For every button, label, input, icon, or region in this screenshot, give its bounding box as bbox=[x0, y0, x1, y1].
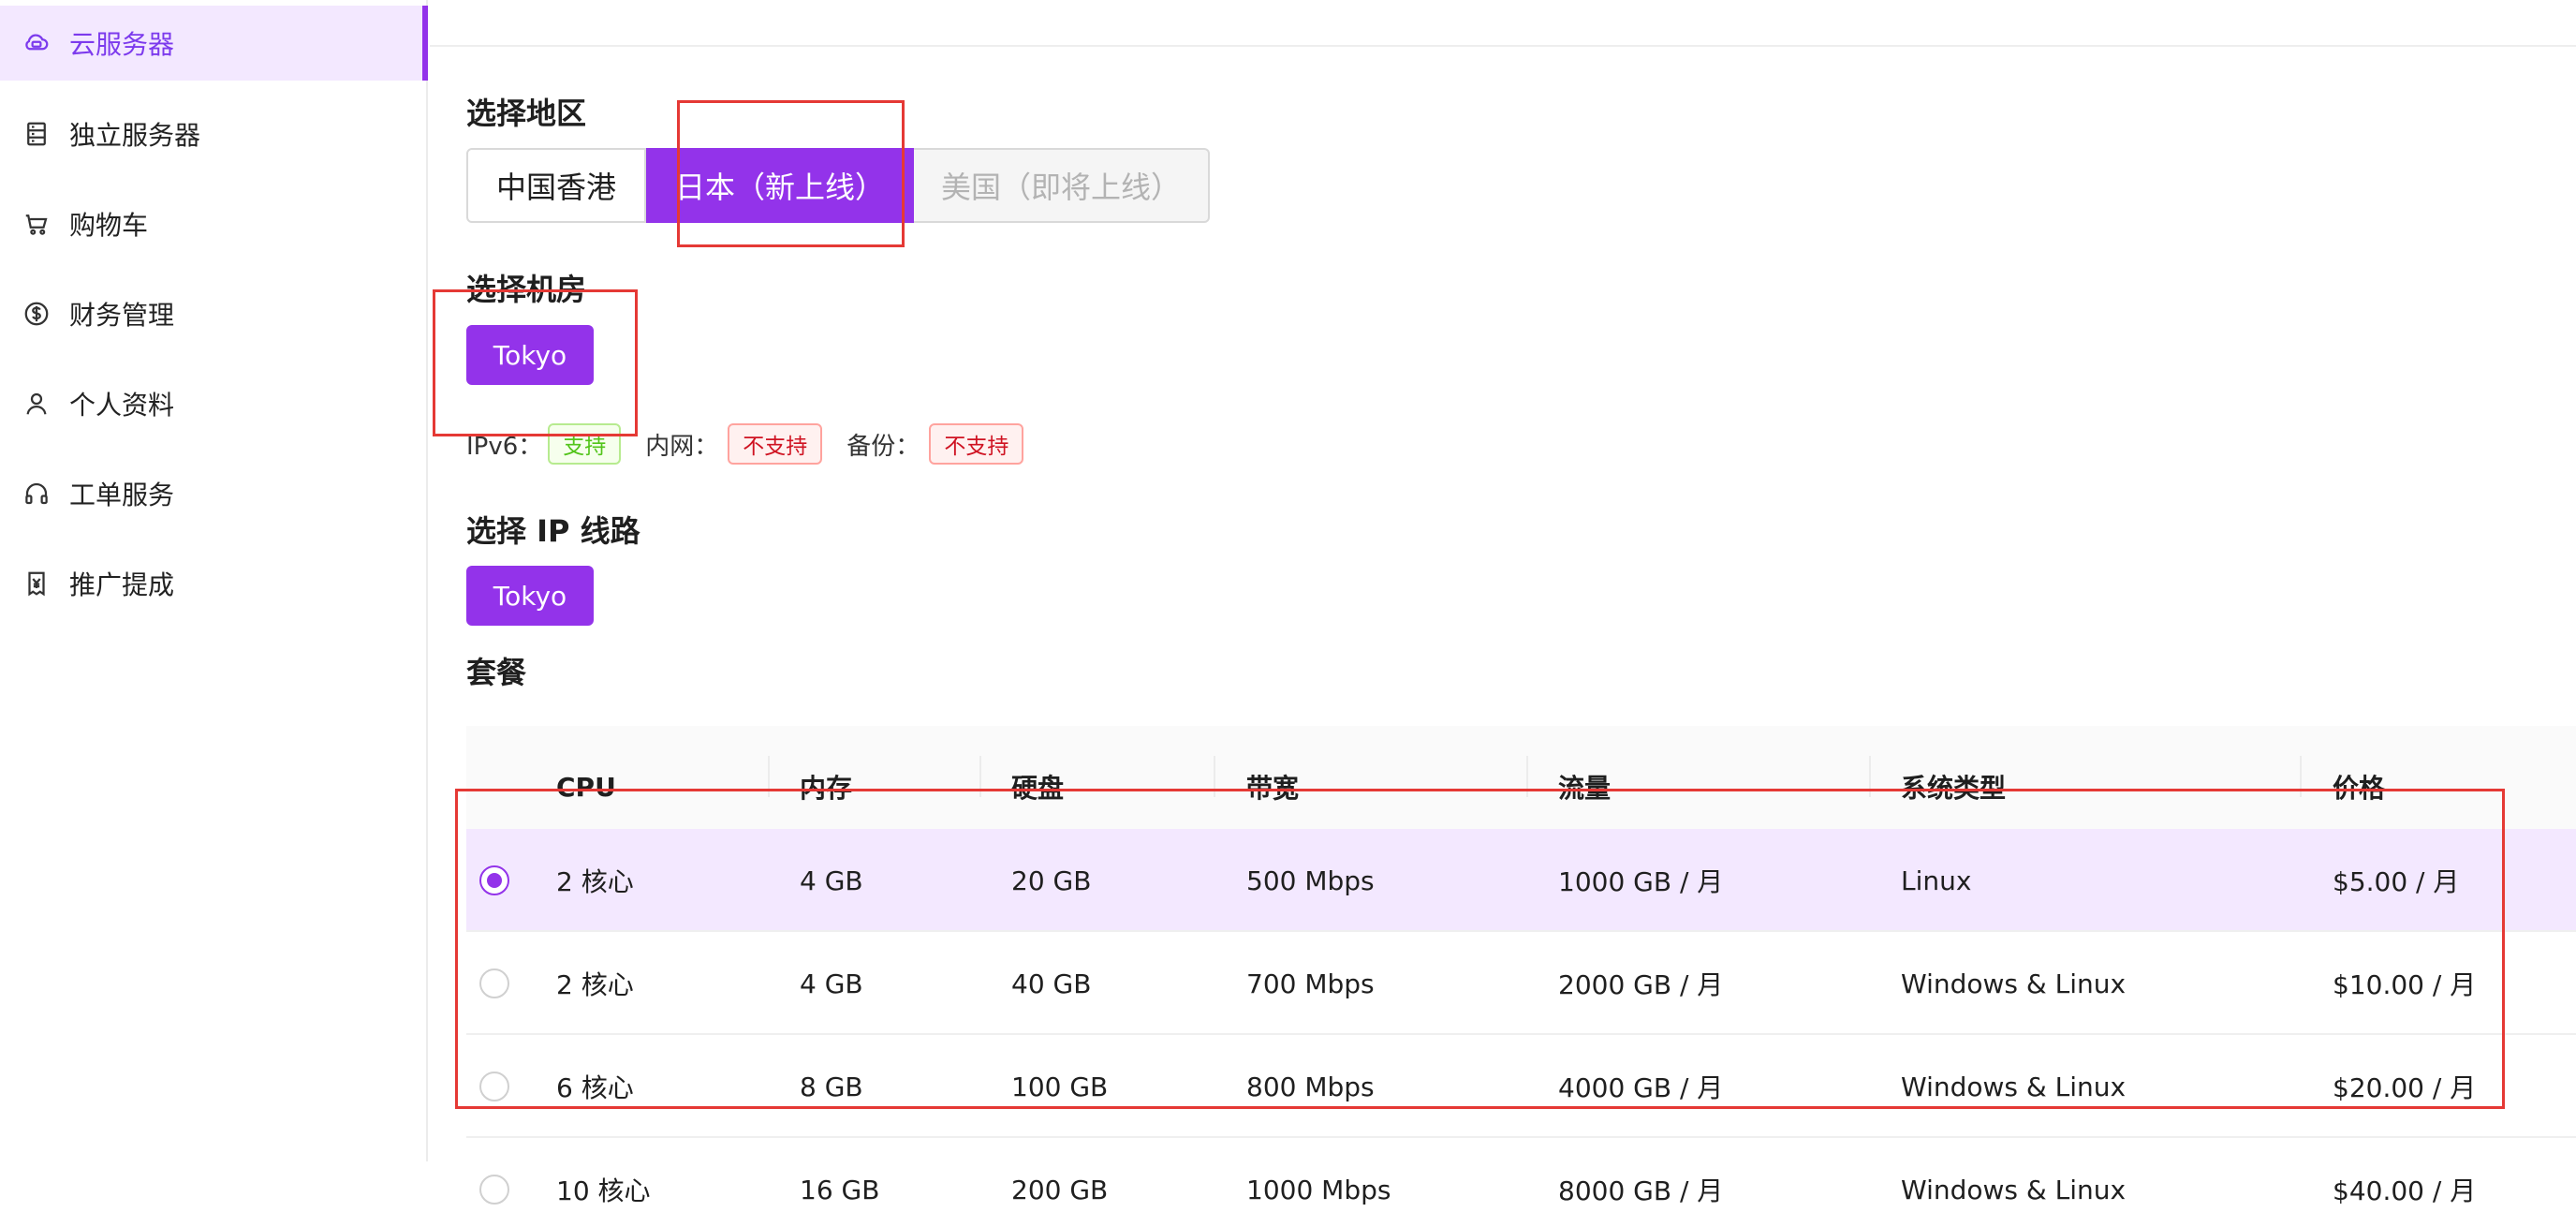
headset-icon bbox=[22, 480, 51, 508]
sidebar-item-label: 推广提成 bbox=[69, 569, 175, 600]
cell-disk: 200 GB bbox=[1011, 1174, 1109, 1205]
cell-cpu: 2 核心 bbox=[556, 866, 634, 897]
ip-line-title: 选择 IP 线路 bbox=[466, 513, 640, 549]
table-row[interactable]: 6 核心 8 GB 100 GB 800 Mbps 4000 GB / 月 Wi… bbox=[466, 1035, 2576, 1138]
cell-memory: 4 GB bbox=[800, 968, 863, 999]
cart-icon bbox=[22, 210, 51, 238]
server-rack-icon bbox=[22, 120, 51, 148]
column-divider bbox=[1526, 756, 1528, 797]
cell-cpu: 10 核心 bbox=[556, 1175, 651, 1206]
column-divider bbox=[1214, 756, 1215, 797]
table-row[interactable]: 10 核心 16 GB 200 GB 1000 Mbps 8000 GB / 月… bbox=[466, 1138, 2576, 1227]
column-header-memory: 内存 bbox=[800, 773, 853, 804]
plan-radio[interactable] bbox=[479, 865, 509, 895]
cell-traffic: 2000 GB / 月 bbox=[1558, 969, 1724, 1000]
top-bar bbox=[430, 0, 2576, 47]
cell-os: Windows & Linux bbox=[1901, 1071, 2127, 1102]
table-header: CPU 内存 硬盘 带宽 流量 系统类型 价格 bbox=[466, 726, 2576, 829]
sidebar-item-label: 独立服务器 bbox=[69, 120, 201, 151]
cell-bandwidth: 1000 Mbps bbox=[1246, 1174, 1391, 1205]
region-option-usa: 美国（即将上线） bbox=[914, 148, 1210, 223]
sidebar-item-cloud-server[interactable]: 云服务器 bbox=[0, 6, 428, 81]
column-header-os: 系统类型 bbox=[1901, 773, 2007, 804]
cell-disk: 100 GB bbox=[1011, 1071, 1109, 1102]
sidebar-item-finance[interactable]: 财务管理 bbox=[0, 276, 428, 351]
cell-memory: 16 GB bbox=[800, 1174, 880, 1205]
cell-price: $40.00 / 月 bbox=[2333, 1175, 2477, 1206]
sidebar-item-label: 财务管理 bbox=[69, 300, 175, 331]
plan-radio[interactable] bbox=[479, 968, 509, 998]
table-row[interactable]: 2 核心 4 GB 20 GB 500 Mbps 1000 GB / 月 Lin… bbox=[466, 829, 2576, 932]
cell-traffic: 4000 GB / 月 bbox=[1558, 1072, 1724, 1103]
datacenter-features: IPv6： 支持 内网： 不支持 备份： 不支持 bbox=[466, 421, 1048, 466]
cell-os: Windows & Linux bbox=[1901, 968, 2127, 999]
backup-label: 备份： bbox=[846, 432, 920, 461]
sidebar-item-label: 工单服务 bbox=[69, 480, 175, 510]
region-title: 选择地区 bbox=[466, 96, 587, 131]
cloud-server-icon bbox=[22, 29, 51, 57]
column-divider bbox=[2300, 756, 2302, 797]
sidebar-item-tickets[interactable]: 工单服务 bbox=[0, 456, 428, 531]
sidebar-item-label: 购物车 bbox=[69, 210, 149, 241]
column-header-price: 价格 bbox=[2333, 773, 2386, 804]
sidebar-item-dedicated-server[interactable]: 独立服务器 bbox=[0, 96, 428, 171]
dollar-circle-icon bbox=[22, 300, 51, 328]
column-divider bbox=[1869, 756, 1871, 797]
cell-disk: 40 GB bbox=[1011, 968, 1092, 999]
backup-status-badge: 不支持 bbox=[929, 423, 1024, 465]
sidebar-item-cart[interactable]: 购物车 bbox=[0, 186, 428, 261]
sidebar-item-label: 云服务器 bbox=[69, 29, 175, 60]
plans-title: 套餐 bbox=[466, 655, 527, 690]
column-header-bandwidth: 带宽 bbox=[1246, 773, 1300, 804]
datacenter-title: 选择机房 bbox=[466, 272, 587, 307]
cell-bandwidth: 700 Mbps bbox=[1246, 968, 1375, 999]
cell-cpu: 2 核心 bbox=[556, 969, 634, 1000]
ipv6-label: IPv6： bbox=[466, 432, 543, 461]
cell-bandwidth: 500 Mbps bbox=[1246, 865, 1375, 896]
cell-os: Linux bbox=[1901, 865, 1972, 896]
cell-os: Windows & Linux bbox=[1901, 1174, 2127, 1205]
intranet-status-badge: 不支持 bbox=[728, 423, 823, 465]
column-divider bbox=[768, 756, 770, 797]
column-header-traffic: 流量 bbox=[1558, 773, 1612, 804]
sidebar-item-label: 个人资料 bbox=[69, 390, 175, 421]
plan-radio[interactable] bbox=[479, 1175, 509, 1205]
cell-disk: 20 GB bbox=[1011, 865, 1092, 896]
sidebar: 云服务器 独立服务器 购物车 财务管理 个人资料 工单服务 推广提成 bbox=[0, 0, 428, 1161]
region-selector: 中国香港 日本（新上线） 美国（即将上线） bbox=[466, 148, 1210, 223]
sidebar-item-profile[interactable]: 个人资料 bbox=[0, 366, 428, 441]
datacenter-tokyo-button[interactable]: Tokyo bbox=[466, 325, 594, 385]
plan-radio[interactable] bbox=[479, 1072, 509, 1101]
column-header-cpu: CPU bbox=[556, 771, 616, 803]
cell-cpu: 6 核心 bbox=[556, 1072, 634, 1103]
table-row[interactable]: 2 核心 4 GB 40 GB 700 Mbps 2000 GB / 月 Win… bbox=[466, 932, 2576, 1035]
ipv6-status-badge: 支持 bbox=[548, 423, 622, 465]
sidebar-item-affiliate[interactable]: 推广提成 bbox=[0, 546, 428, 621]
user-icon bbox=[22, 390, 51, 418]
region-option-hongkong[interactable]: 中国香港 bbox=[466, 148, 646, 223]
intranet-label: 内网： bbox=[645, 432, 719, 461]
cell-memory: 4 GB bbox=[800, 865, 863, 896]
cell-traffic: 1000 GB / 月 bbox=[1558, 866, 1724, 897]
yen-voucher-icon bbox=[22, 569, 51, 598]
cell-price: $5.00 / 月 bbox=[2333, 866, 2460, 897]
cell-memory: 8 GB bbox=[800, 1071, 863, 1102]
cell-price: $20.00 / 月 bbox=[2333, 1072, 2477, 1103]
cell-bandwidth: 800 Mbps bbox=[1246, 1071, 1375, 1102]
region-option-japan[interactable]: 日本（新上线） bbox=[646, 148, 914, 223]
column-header-disk: 硬盘 bbox=[1011, 773, 1065, 804]
cell-traffic: 8000 GB / 月 bbox=[1558, 1175, 1724, 1206]
ip-line-tokyo-button[interactable]: Tokyo bbox=[466, 566, 594, 626]
column-divider bbox=[979, 756, 981, 797]
cell-price: $10.00 / 月 bbox=[2333, 969, 2477, 1000]
